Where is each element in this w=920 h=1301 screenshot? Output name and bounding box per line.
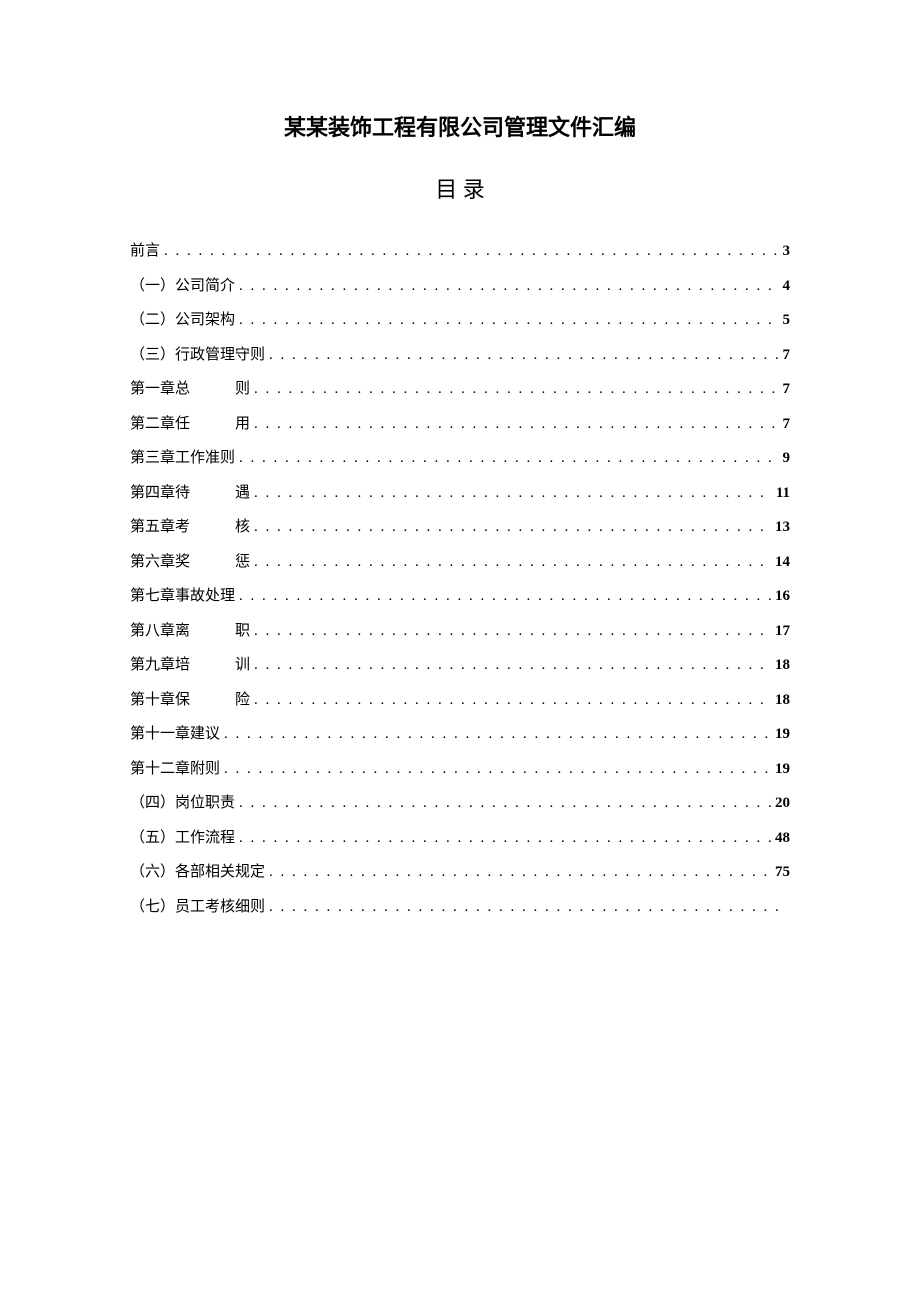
toc-page-number: 9: [783, 441, 791, 476]
toc-entry: 第十章保险. . . . . . . . . . . . . . . . . .…: [130, 683, 790, 718]
toc-entry: （三）行政管理守则. . . . . . . . . . . . . . . .…: [130, 338, 790, 373]
toc-dots: . . . . . . . . . . . . . . . . . . . . …: [224, 717, 771, 752]
toc-entry: （四）岗位职责. . . . . . . . . . . . . . . . .…: [130, 786, 790, 821]
toc-label: 第十一章建议: [130, 717, 220, 752]
toc-page-number: 7: [783, 372, 791, 407]
toc-label: （六）各部相关规定: [130, 855, 265, 890]
toc-dots: . . . . . . . . . . . . . . . . . . . . …: [239, 786, 771, 821]
toc-page-number: 5: [783, 303, 791, 338]
toc-dots: . . . . . . . . . . . . . . . . . . . . …: [269, 890, 786, 925]
toc-dots: . . . . . . . . . . . . . . . . . . . . …: [239, 269, 778, 304]
toc-page-number: 13: [775, 510, 790, 545]
toc-entry: （二）公司架构. . . . . . . . . . . . . . . . .…: [130, 303, 790, 338]
toc-label-right: 惩: [235, 545, 250, 580]
toc-entry: （六）各部相关规定. . . . . . . . . . . . . . . .…: [130, 855, 790, 890]
toc-label-left: 第二章任: [130, 407, 235, 442]
toc-dots: . . . . . . . . . . . . . . . . . . . . …: [164, 234, 778, 269]
toc-dots: . . . . . . . . . . . . . . . . . . . . …: [254, 648, 771, 683]
toc-dots: . . . . . . . . . . . . . . . . . . . . …: [254, 614, 771, 649]
toc-dots: . . . . . . . . . . . . . . . . . . . . …: [254, 545, 771, 580]
toc-label-left: 第六章奖: [130, 545, 235, 580]
toc-entry: 第十一章建议. . . . . . . . . . . . . . . . . …: [130, 717, 790, 752]
toc-entry: 第六章奖惩. . . . . . . . . . . . . . . . . .…: [130, 545, 790, 580]
toc-entry: 第一章总则. . . . . . . . . . . . . . . . . .…: [130, 372, 790, 407]
toc-list: 前言. . . . . . . . . . . . . . . . . . . …: [130, 234, 790, 924]
toc-entry: （七）员工考核细则. . . . . . . . . . . . . . . .…: [130, 890, 790, 925]
toc-dots: . . . . . . . . . . . . . . . . . . . . …: [239, 441, 778, 476]
toc-label: 第十二章附则: [130, 752, 220, 787]
toc-dots: . . . . . . . . . . . . . . . . . . . . …: [254, 372, 778, 407]
toc-entry: （一）公司简介. . . . . . . . . . . . . . . . .…: [130, 269, 790, 304]
toc-label-left: 第一章总: [130, 372, 235, 407]
toc-dots: . . . . . . . . . . . . . . . . . . . . …: [239, 821, 771, 856]
toc-label-left: 第九章培: [130, 648, 235, 683]
toc-dots: . . . . . . . . . . . . . . . . . . . . …: [254, 510, 771, 545]
toc-label-right: 核: [235, 510, 250, 545]
toc-entry: 第五章考核. . . . . . . . . . . . . . . . . .…: [130, 510, 790, 545]
toc-label: （五）工作流程: [130, 821, 235, 856]
toc-entry: 第九章培训. . . . . . . . . . . . . . . . . .…: [130, 648, 790, 683]
toc-label-right: 训: [235, 648, 250, 683]
toc-label: 第七章事故处理: [130, 579, 235, 614]
toc-dots: . . . . . . . . . . . . . . . . . . . . …: [239, 303, 778, 338]
toc-label: （一）公司简介: [130, 269, 235, 304]
toc-label-right: 险: [235, 683, 250, 718]
toc-page-number: 3: [783, 234, 791, 269]
toc-entry: 第三章工作准则. . . . . . . . . . . . . . . . .…: [130, 441, 790, 476]
document-title: 某某装饰工程有限公司管理文件汇编: [130, 110, 790, 142]
toc-page-number: 18: [775, 648, 790, 683]
toc-label-right: 则: [235, 372, 250, 407]
toc-page-number: 19: [775, 752, 790, 787]
toc-label: （四）岗位职责: [130, 786, 235, 821]
toc-label: （三）行政管理守则: [130, 338, 265, 373]
toc-label: 第三章工作准则: [130, 441, 235, 476]
toc-label-right: 用: [235, 407, 250, 442]
toc-page-number: 7: [783, 407, 791, 442]
toc-entry: 第七章事故处理. . . . . . . . . . . . . . . . .…: [130, 579, 790, 614]
toc-page-number: 14: [775, 545, 790, 580]
toc-label-left: 第八章离: [130, 614, 235, 649]
toc-page-number: 16: [775, 579, 790, 614]
toc-dots: . . . . . . . . . . . . . . . . . . . . …: [254, 407, 778, 442]
toc-page-number: 19: [775, 717, 790, 752]
toc-label-left: 第五章考: [130, 510, 235, 545]
toc-page-number: 20: [775, 786, 790, 821]
toc-label: 前言: [130, 234, 160, 269]
toc-label-left: 第四章待: [130, 476, 235, 511]
toc-entry: 第四章待遇. . . . . . . . . . . . . . . . . .…: [130, 476, 790, 511]
toc-entry: 第十二章附则. . . . . . . . . . . . . . . . . …: [130, 752, 790, 787]
toc-dots: . . . . . . . . . . . . . . . . . . . . …: [254, 476, 772, 511]
toc-label-right: 遇: [235, 476, 250, 511]
toc-label-right: 职: [235, 614, 250, 649]
toc-page-number: 18: [775, 683, 790, 718]
toc-heading: 目 录: [130, 172, 790, 204]
toc-dots: . . . . . . . . . . . . . . . . . . . . …: [224, 752, 771, 787]
toc-dots: . . . . . . . . . . . . . . . . . . . . …: [254, 683, 771, 718]
toc-page-number: 7: [783, 338, 791, 373]
toc-page-number: 48: [775, 821, 790, 856]
toc-entry: 第二章任用. . . . . . . . . . . . . . . . . .…: [130, 407, 790, 442]
toc-entry: 第八章离职. . . . . . . . . . . . . . . . . .…: [130, 614, 790, 649]
toc-page-number: 11: [776, 476, 790, 511]
toc-dots: . . . . . . . . . . . . . . . . . . . . …: [239, 579, 771, 614]
toc-dots: . . . . . . . . . . . . . . . . . . . . …: [269, 855, 771, 890]
toc-label: （二）公司架构: [130, 303, 235, 338]
toc-entry: （五）工作流程. . . . . . . . . . . . . . . . .…: [130, 821, 790, 856]
toc-dots: . . . . . . . . . . . . . . . . . . . . …: [269, 338, 778, 373]
toc-page-number: 17: [775, 614, 790, 649]
toc-page-number: 4: [783, 269, 791, 304]
toc-page-number: 75: [775, 855, 790, 890]
toc-entry: 前言. . . . . . . . . . . . . . . . . . . …: [130, 234, 790, 269]
toc-label-left: 第十章保: [130, 683, 235, 718]
toc-label: （七）员工考核细则: [130, 890, 265, 925]
